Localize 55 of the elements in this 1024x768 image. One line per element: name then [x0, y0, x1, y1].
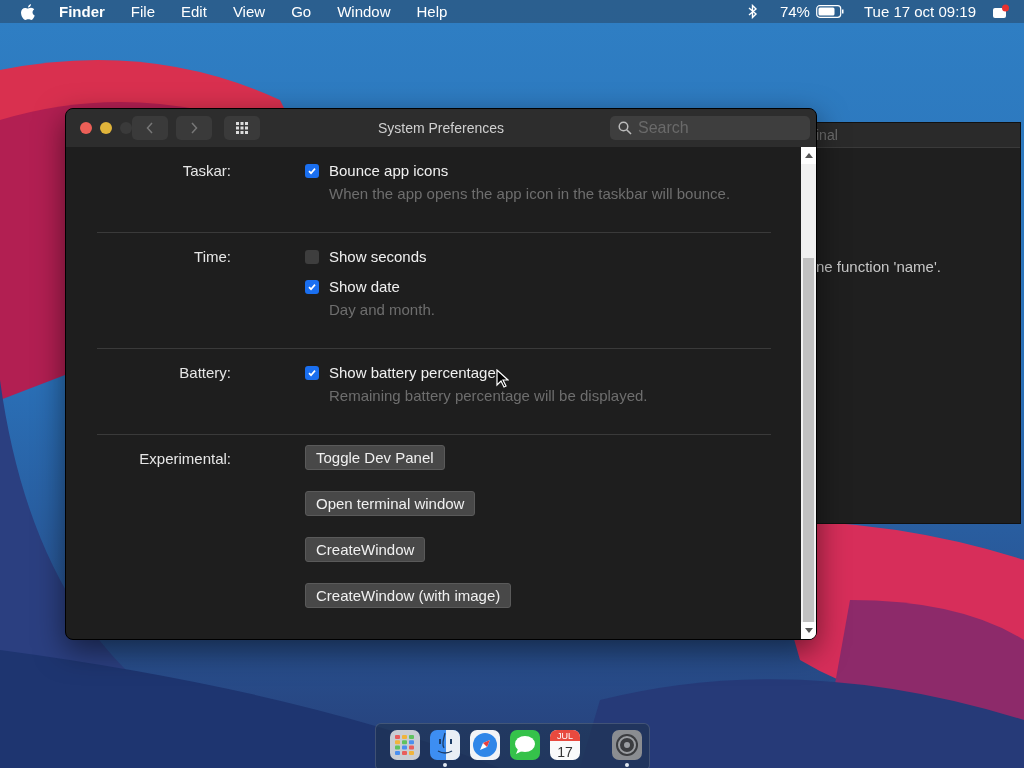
- action-button[interactable]: CreateWindow: [305, 537, 426, 562]
- section-label: Battery:: [178, 363, 231, 383]
- scroll-up-icon[interactable]: [804, 153, 813, 158]
- section-label: Taskar:: [181, 161, 231, 181]
- clock[interactable]: Tue 17 oct 09:19: [863, 3, 976, 20]
- checkmark-icon: [307, 282, 317, 292]
- app-grid-icon[interactable]: [390, 730, 420, 760]
- search-icon: [618, 121, 632, 135]
- option-description: When the app opens the app icon in the taskbar will bounce.: [329, 184, 732, 204]
- checkbox-label: Show seconds: [329, 247, 427, 267]
- compass-icon[interactable]: [470, 730, 500, 760]
- minimize-button[interactable]: [100, 122, 112, 134]
- menu-item[interactable]: Window: [324, 3, 404, 20]
- close-button[interactable]: [80, 122, 92, 134]
- action-button[interactable]: Open terminal window: [305, 491, 476, 516]
- mouse-cursor-icon: [496, 369, 509, 388]
- bluetooth-icon[interactable]: [747, 4, 758, 19]
- terminal-text: ne function 'name'.: [815, 258, 942, 275]
- action-button[interactable]: CreateWindow (with image): [305, 583, 512, 608]
- chevron-left-icon: [146, 122, 154, 134]
- grid-button[interactable]: [224, 116, 260, 140]
- menu-item[interactable]: Edit: [168, 3, 220, 20]
- checkmark-icon: [307, 368, 317, 378]
- menu-item[interactable]: Finder: [46, 3, 118, 20]
- checkbox[interactable]: [305, 250, 319, 264]
- chat-bubble-icon[interactable]: [510, 730, 540, 760]
- notification-icon[interactable]: [992, 3, 1010, 20]
- section-label: Experimental:: [138, 449, 231, 469]
- finder-face-icon[interactable]: [430, 730, 460, 760]
- window-title: System Preferences: [377, 120, 505, 136]
- checkbox[interactable]: [305, 164, 319, 178]
- menu-item[interactable]: File: [117, 3, 168, 20]
- chevron-right-icon: [190, 122, 198, 134]
- checkbox-label: Bounce app icons: [329, 161, 449, 181]
- section-label: Time:: [193, 247, 231, 267]
- checkbox-label: Show date: [329, 277, 400, 297]
- menu-item[interactable]: View: [219, 3, 279, 20]
- window-title: inal: [816, 127, 838, 143]
- checkbox-label: Show battery percentage: [329, 363, 496, 383]
- scroll-thumb[interactable]: [803, 258, 814, 622]
- battery-percentage: 74%: [779, 3, 810, 20]
- scroll-down-icon[interactable]: [804, 628, 813, 633]
- battery-icon[interactable]: [815, 5, 844, 18]
- checkbox[interactable]: [305, 366, 319, 380]
- checkbox[interactable]: [305, 280, 319, 294]
- checkmark-icon: [307, 166, 317, 176]
- grid-icon: [236, 122, 248, 134]
- menu-item[interactable]: Help: [403, 3, 461, 20]
- action-button[interactable]: Toggle Dev Panel: [305, 445, 445, 470]
- scrollbar[interactable]: [801, 147, 816, 639]
- calendar-icon[interactable]: JUL 17: [550, 730, 580, 760]
- apple-icon[interactable]: [20, 2, 36, 21]
- menu-item[interactable]: Go: [278, 3, 325, 20]
- option-description: Day and month.: [329, 300, 436, 320]
- option-description: Remaining battery percentage will be displayed.: [329, 386, 649, 406]
